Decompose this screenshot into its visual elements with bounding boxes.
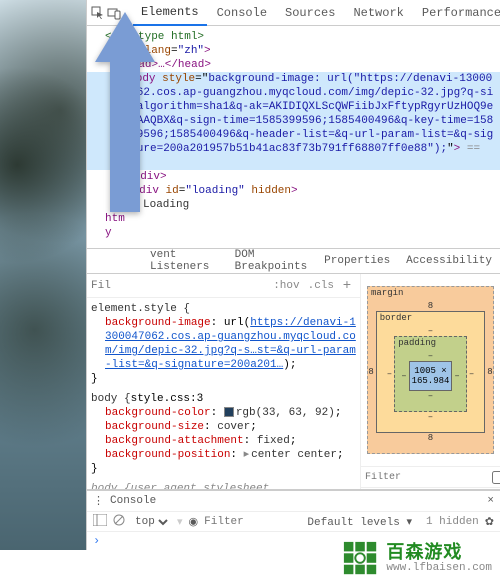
body-node-selected[interactable]: ▾<body style="background-image: url("htt… <box>87 72 500 170</box>
new-style-rule-button[interactable]: + <box>338 278 356 294</box>
source-link[interactable]: style.css:3 <box>131 393 204 405</box>
console-tab[interactable]: Console <box>110 495 156 507</box>
page-background <box>0 0 86 550</box>
tab-elements[interactable]: Elements <box>133 0 207 26</box>
log-levels-dropdown[interactable]: Default levels ▾ <box>307 515 412 529</box>
eye-icon[interactable]: ◉ <box>189 515 199 529</box>
watermark: 百森游戏 www.lfbaisen.com <box>342 540 492 578</box>
doctype-node: <!doctype html> <box>105 31 204 43</box>
console-sidebar-toggle-icon[interactable] <box>93 514 107 530</box>
devtools-panel: Elements Console Sources Network Perform… <box>86 0 500 550</box>
subtab-properties[interactable]: Properties <box>316 255 398 267</box>
computed-pane: margin 8 8 border – – padding – <box>360 274 500 489</box>
hidden-count[interactable]: 1 hidden <box>426 516 479 528</box>
tab-console[interactable]: Console <box>209 1 275 25</box>
styles-pane: :hov .cls + element.style { background-i… <box>87 274 360 489</box>
dom-tree[interactable]: <!doctype html> <html lang="zh"> ▸<head>… <box>87 26 500 248</box>
watermark-name: 百森游戏 <box>386 545 492 563</box>
watermark-logo-icon <box>342 540 380 578</box>
watermark-url: www.lfbaisen.com <box>386 563 492 574</box>
console-filter-input[interactable] <box>204 516 254 528</box>
styles-subtabs: vent Listeners DOM Breakpoints Propertie… <box>87 248 500 274</box>
box-model[interactable]: margin 8 8 border – – padding – <box>361 274 500 466</box>
color-swatch[interactable] <box>224 407 234 417</box>
subtab-accessibility[interactable]: Accessibility <box>398 255 500 267</box>
show-all-checkbox[interactable] <box>492 471 500 484</box>
console-menu-icon[interactable]: ⋮ <box>93 494 104 508</box>
subtab-dom-breakpoints[interactable]: DOM Breakpoints <box>227 249 317 273</box>
computed-filter-input[interactable] <box>365 472 492 483</box>
clear-console-icon[interactable] <box>113 514 125 530</box>
tab-sources[interactable]: Sources <box>277 1 343 25</box>
tab-network[interactable]: Network <box>345 1 411 25</box>
styles-filter-input[interactable] <box>91 280 269 292</box>
context-selector[interactable]: top <box>131 515 171 529</box>
device-toggle-icon[interactable] <box>107 5 121 21</box>
settings-gear-icon[interactable]: ✿ <box>485 515 494 529</box>
console-close-icon[interactable]: × <box>487 495 494 507</box>
inspect-icon[interactable] <box>91 5 105 21</box>
hov-toggle[interactable]: :hov <box>269 278 303 294</box>
cls-toggle[interactable]: .cls <box>304 278 338 294</box>
devtools-toolbar: Elements Console Sources Network Perform… <box>87 0 500 26</box>
subtab-event-listeners[interactable]: vent Listeners <box>142 249 227 273</box>
box-model-content: 1005 × 165.984 <box>409 361 453 391</box>
styles-rules[interactable]: element.style { background-image: url(ht… <box>87 298 360 489</box>
tab-performance[interactable]: Performance <box>414 1 500 25</box>
